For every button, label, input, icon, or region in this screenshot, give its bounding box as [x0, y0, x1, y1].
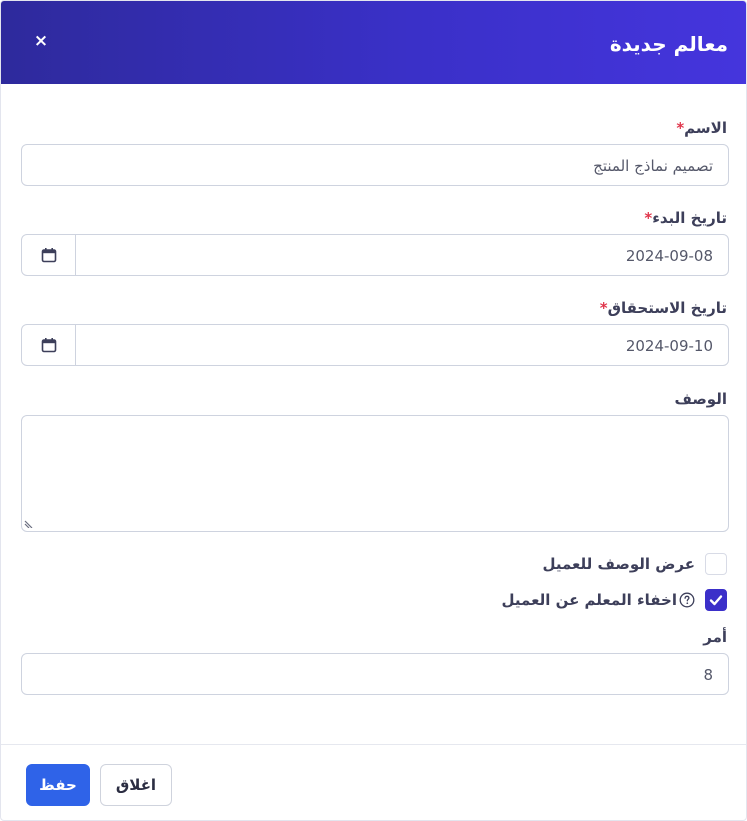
close-icon[interactable]: ×: [31, 30, 51, 52]
order-input[interactable]: 8: [21, 653, 729, 695]
modal-header: معالم جديدة ×: [1, 1, 746, 84]
new-milestone-modal: معالم جديدة × الاسم* تصميم نماذج المنتج …: [0, 0, 747, 821]
name-input[interactable]: تصميم نماذج المنتج: [21, 144, 729, 186]
name-input-value: تصميم نماذج المنتج: [593, 157, 713, 175]
modal-title: معالم جديدة: [609, 32, 728, 56]
hide-milestone-row: اخفاء المعلم عن العميل: [502, 588, 727, 612]
close-button[interactable]: اغلاق: [100, 764, 172, 806]
show-description-row: عرض الوصف للعميل: [542, 552, 727, 576]
resize-grip-icon[interactable]: [24, 518, 34, 528]
order-input-value: 8: [703, 666, 713, 684]
start-date-label-text: تاريخ البدء: [652, 209, 727, 227]
calendar-icon: [41, 338, 56, 353]
hide-milestone-label: اخفاء المعلم عن العميل: [501, 591, 677, 609]
due-date-input[interactable]: 2024-09-10: [21, 324, 729, 366]
required-mark: *: [676, 119, 685, 137]
start-date-input[interactable]: 2024-09-08: [21, 234, 729, 276]
due-date-label: تاريخ الاستحقاق*: [600, 299, 727, 317]
footer-divider: [1, 744, 746, 745]
help-circle-icon[interactable]: [679, 592, 695, 608]
show-description-label: عرض الوصف للعميل: [542, 555, 695, 573]
calendar-icon: [41, 248, 56, 263]
show-description-checkbox[interactable]: [705, 553, 727, 575]
order-label: أمر: [703, 628, 727, 646]
start-date-value: 2024-09-08: [625, 247, 713, 265]
required-mark: *: [599, 299, 608, 317]
description-textarea[interactable]: [21, 415, 729, 532]
hide-milestone-checkbox[interactable]: [705, 589, 727, 611]
name-label: الاسم*: [676, 119, 727, 137]
due-date-picker-button[interactable]: [22, 325, 76, 365]
name-label-text: الاسم: [684, 119, 727, 137]
due-date-value: 2024-09-10: [625, 337, 713, 355]
start-date-picker-button[interactable]: [22, 235, 76, 275]
due-date-label-text: تاريخ الاستحقاق: [607, 299, 727, 317]
start-date-label: تاريخ البدء*: [644, 209, 727, 227]
description-label: الوصف: [674, 390, 727, 408]
checkmark-icon: [709, 595, 723, 606]
save-button[interactable]: حفظ: [26, 764, 90, 806]
